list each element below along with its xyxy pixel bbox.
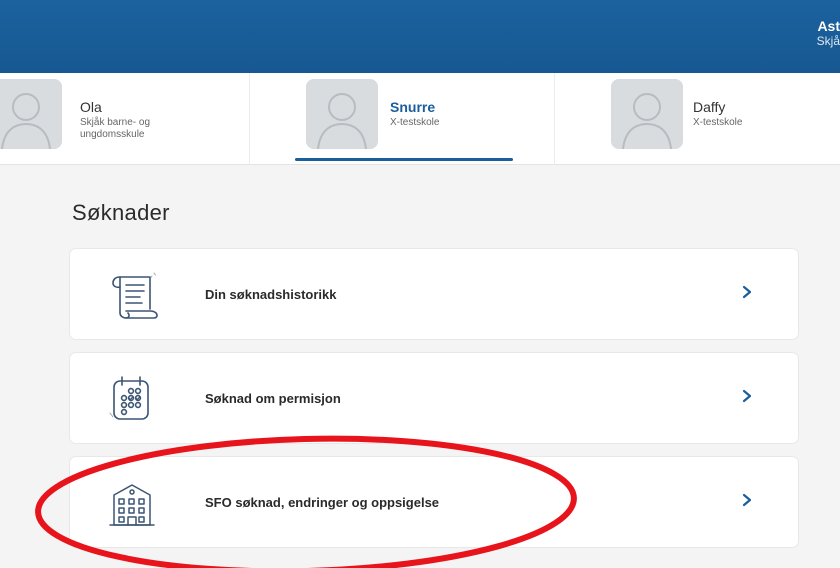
application-history-card[interactable]: Din søknadshistorikk (70, 249, 798, 339)
scroll-icon (102, 269, 162, 321)
child-name: Ola (80, 99, 102, 115)
avatar-placeholder-icon (0, 79, 62, 149)
user-name[interactable]: Ast (817, 18, 840, 34)
child-tab-ola[interactable]: Ola Skjåk barne- og ungdomsskule (0, 73, 250, 165)
child-school: X-testskole (693, 117, 743, 128)
card-label: Din søknadshistorikk (205, 287, 337, 302)
avatar-placeholder-icon (306, 79, 378, 149)
child-tab-snurre[interactable]: Snurre X-testskole (250, 73, 555, 165)
school-building-icon (102, 477, 162, 529)
chevron-right-icon (740, 384, 754, 408)
child-school: Skjåk barne- og ungdomsskule (80, 117, 151, 140)
child-tab-daffy[interactable]: Daffy X-testskole (555, 73, 840, 165)
page: Ast Skjå Ola Skjåk barne- og ungdomsskul… (0, 0, 840, 568)
leave-application-card[interactable]: Søknad om permisjon (70, 353, 798, 443)
avatar-placeholder-icon (611, 79, 683, 149)
child-selector: Ola Skjåk barne- og ungdomsskule Snurre … (0, 73, 840, 165)
card-label: SFO søknad, endringer og oppsigelse (205, 495, 440, 510)
child-name: Daffy (693, 99, 726, 115)
sfo-application-card[interactable]: SFO søknad, endringer og oppsigelse (70, 457, 798, 547)
page-title: Søknader (72, 200, 170, 225)
user-school: Skjå (816, 34, 840, 48)
card-label: Søknad om permisjon (205, 391, 341, 406)
active-tab-indicator (295, 158, 513, 161)
child-school: X-testskole (390, 117, 440, 128)
chevron-right-icon (740, 488, 754, 512)
calendar-icon (102, 373, 162, 425)
chevron-right-icon (740, 280, 754, 304)
child-name: Snurre (390, 99, 436, 115)
top-header: Ast Skjå (0, 0, 840, 73)
